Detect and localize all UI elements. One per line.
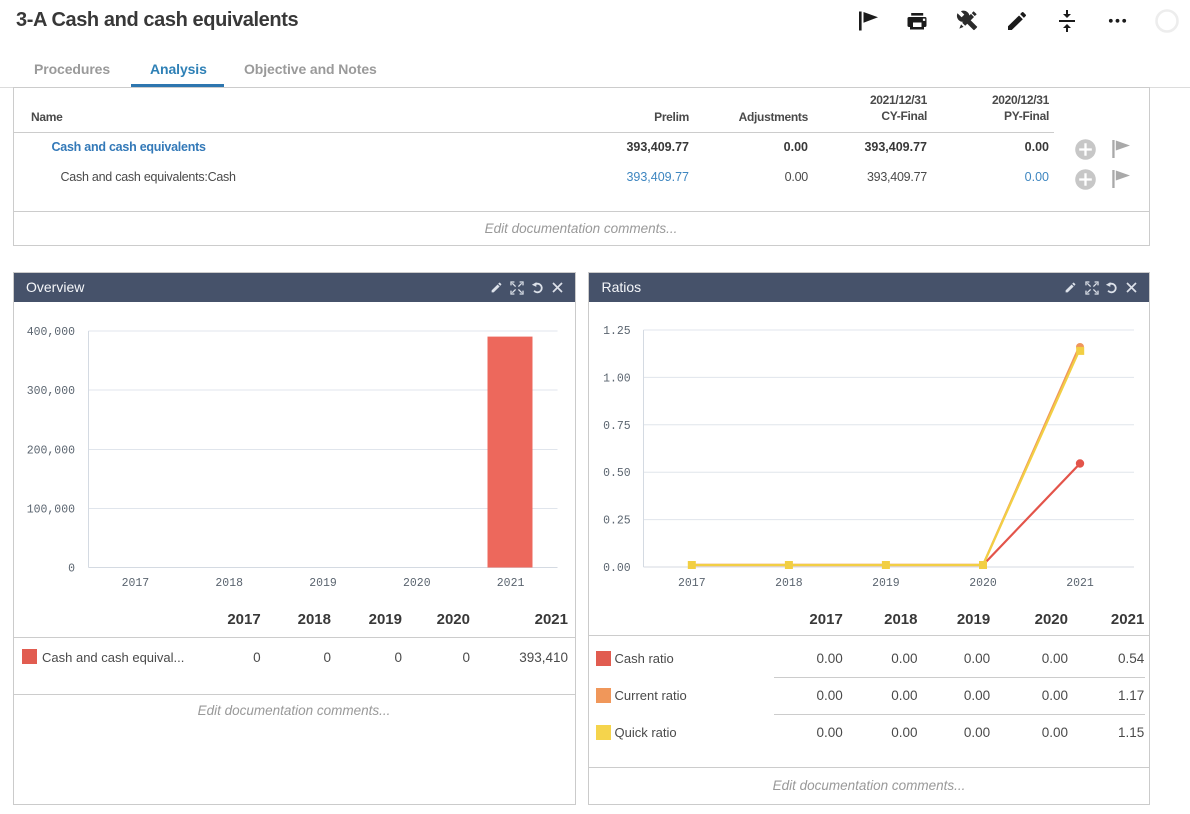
svg-text:0.00: 0.00: [603, 562, 631, 575]
svg-text:100,000: 100,000: [26, 504, 74, 517]
svg-text:300,000: 300,000: [26, 385, 74, 398]
svg-text:2017: 2017: [121, 577, 149, 590]
svg-text:2019: 2019: [872, 577, 900, 590]
svg-text:400,000: 400,000: [26, 326, 74, 339]
svg-text:2021: 2021: [496, 577, 524, 590]
svg-text:2021: 2021: [1066, 577, 1094, 590]
svg-text:1.25: 1.25: [603, 325, 631, 338]
svg-text:0: 0: [68, 563, 75, 576]
svg-text:0.50: 0.50: [603, 467, 631, 480]
svg-text:0.25: 0.25: [603, 515, 631, 528]
svg-text:2018: 2018: [215, 577, 243, 590]
svg-text:2019: 2019: [309, 577, 337, 590]
svg-text:2018: 2018: [775, 577, 803, 590]
svg-text:2020: 2020: [402, 577, 430, 590]
svg-text:1.00: 1.00: [603, 372, 631, 385]
svg-text:200,000: 200,000: [26, 445, 74, 458]
svg-text:2017: 2017: [678, 577, 706, 590]
svg-text:0.75: 0.75: [603, 420, 631, 433]
svg-text:2020: 2020: [969, 577, 997, 590]
